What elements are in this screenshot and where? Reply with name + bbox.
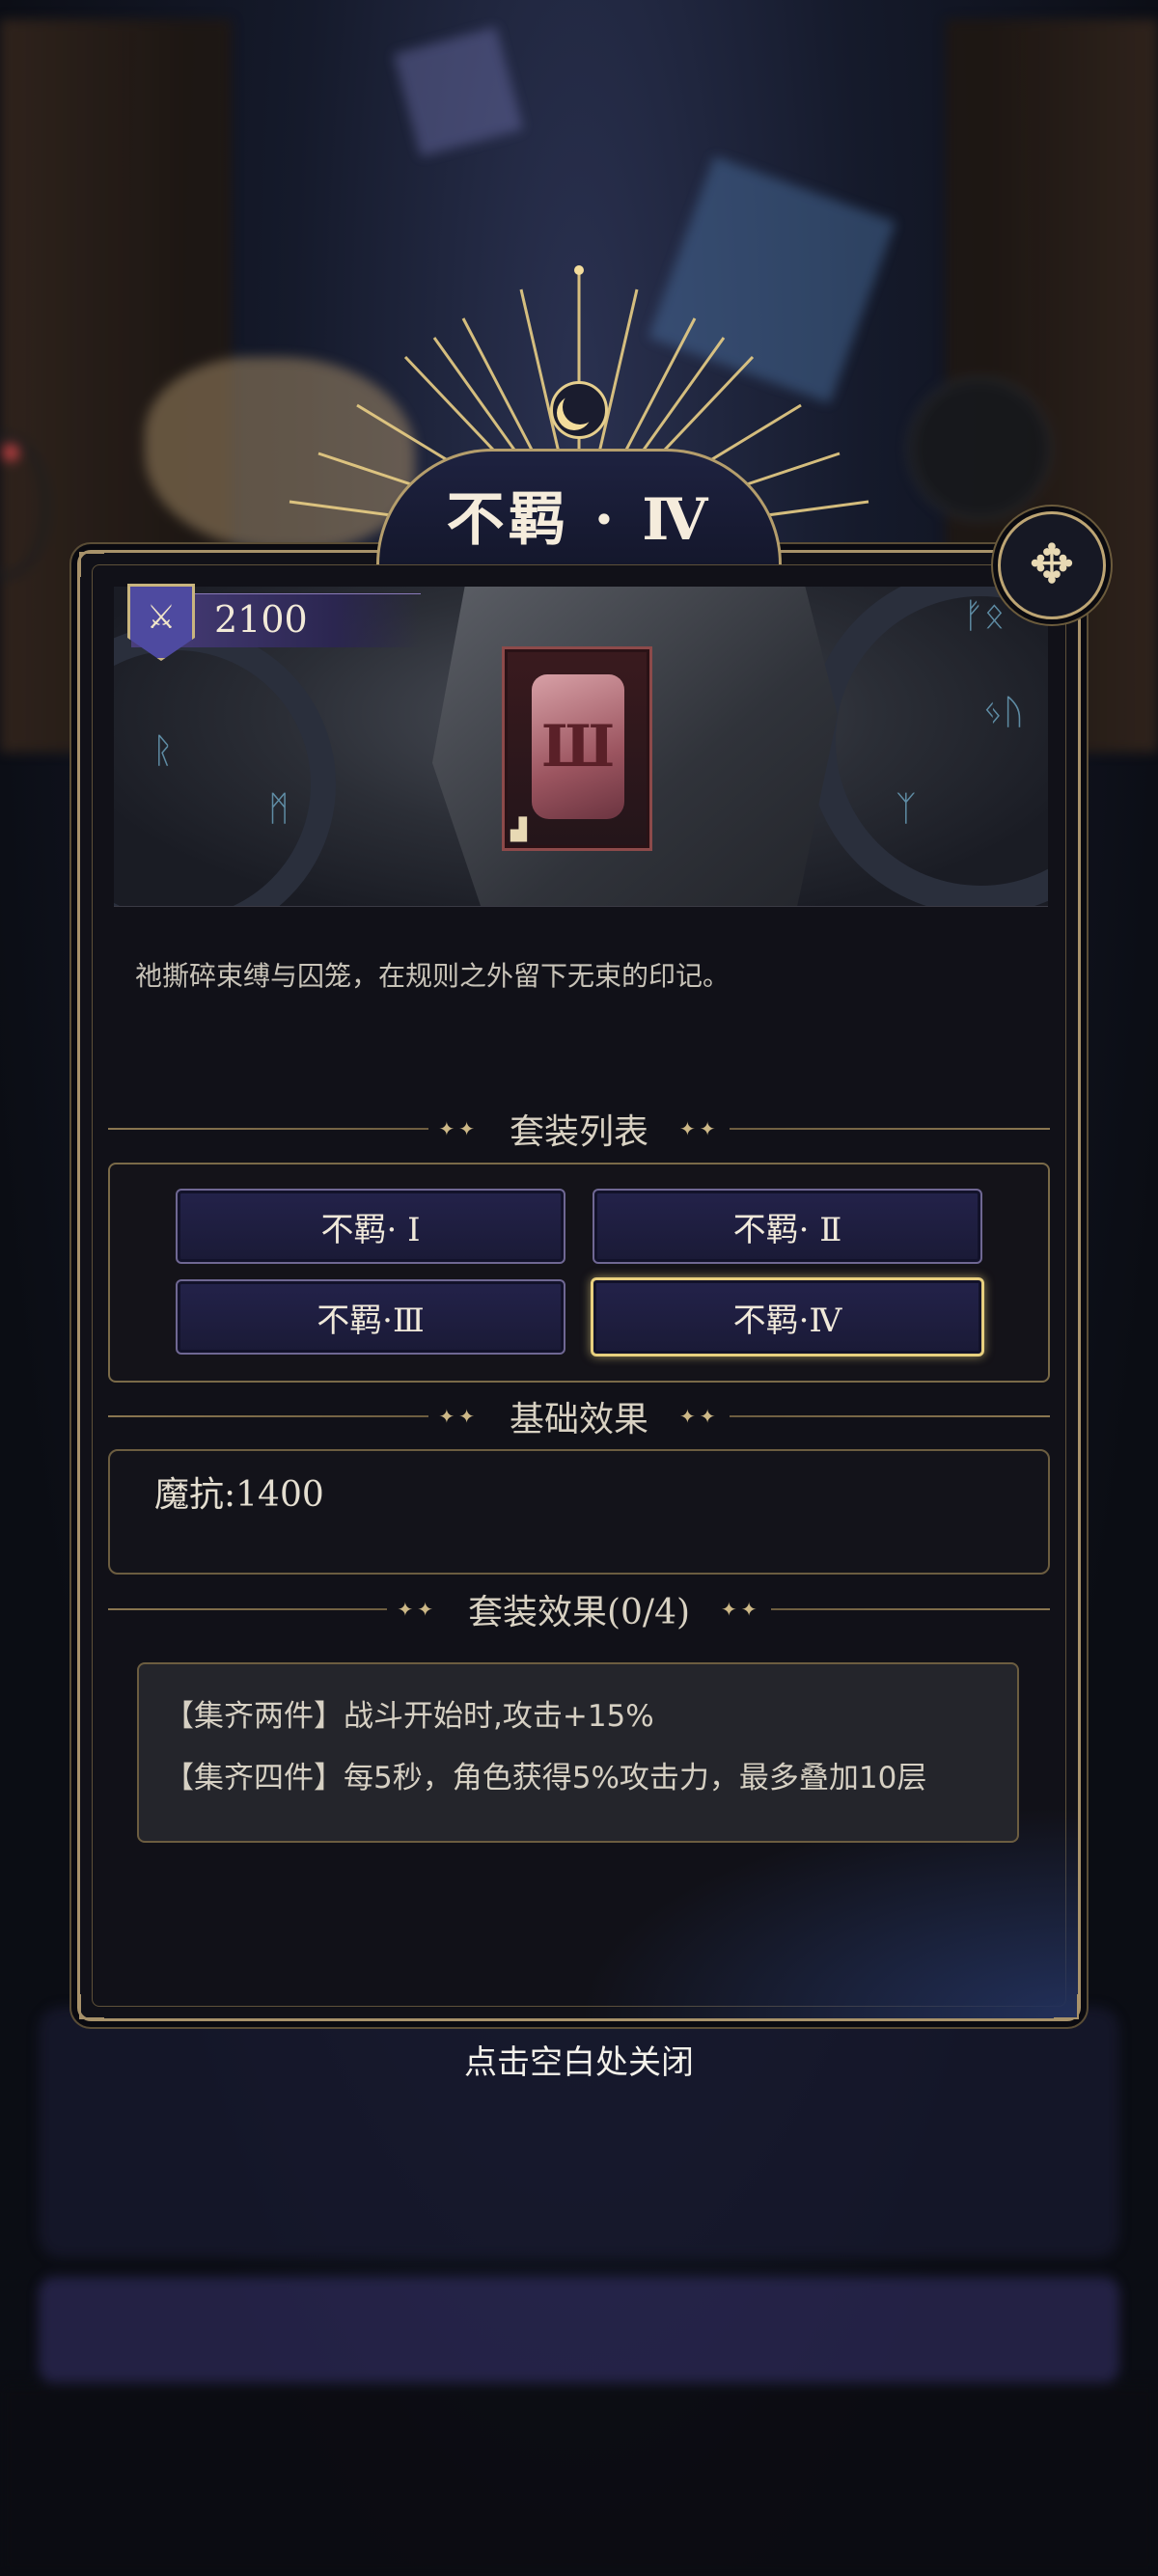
claw-rune-icon: Ш xyxy=(532,674,624,819)
divider xyxy=(729,1128,1051,1130)
crescent-moon-icon xyxy=(550,381,608,439)
set-button-label: 不羁· Ⅰ xyxy=(320,1210,421,1249)
section-title: 套装效果(0/4) xyxy=(467,1593,691,1632)
section-header-set-list: ✦✦ 套装列表 ✦✦ xyxy=(108,1105,1051,1153)
rune-glyph: ᛗ xyxy=(268,789,290,829)
screen[interactable]: ᚱ ᛗ ᚠᛟ ᛃᚢ ᛉ Ш ▟ ⚔ 2100 不羁 · Ⅳ ✥ 祂撕碎束缚与囚笼… xyxy=(0,0,1158,2576)
rune-circle xyxy=(114,625,336,906)
section-title: 套装列表 xyxy=(510,1112,649,1152)
item-card[interactable]: Ш ▟ xyxy=(502,646,652,851)
rarity-steps-icon: ▟ xyxy=(510,818,527,842)
base-effect-value: 魔抗:1400 xyxy=(154,1475,324,1515)
notification-dot xyxy=(2,444,19,461)
rune-circle xyxy=(807,587,1048,906)
corner-ornament xyxy=(79,552,104,577)
sparkle-icon: ✦✦ xyxy=(679,1405,720,1428)
base-effect-box: 魔抗:1400 xyxy=(108,1449,1050,1575)
rune-glyph: ᛉ xyxy=(896,789,917,829)
divider xyxy=(108,1415,429,1417)
close-button[interactable]: ✥ xyxy=(998,511,1106,619)
divider xyxy=(729,1415,1051,1417)
corner-ornament xyxy=(79,1994,104,2019)
rune-glyph: ᛃᚢ xyxy=(982,693,1025,732)
set-button-1[interactable]: 不羁· Ⅰ xyxy=(176,1189,565,1264)
background-button xyxy=(39,2277,1119,2383)
background-bottom-bar xyxy=(0,2383,1158,2576)
sparkle-icon: ✦✦ xyxy=(397,1598,437,1621)
background-cube xyxy=(393,26,524,157)
item-description: 祂撕碎束缚与囚笼，在规则之外留下无束的印记。 xyxy=(135,960,731,992)
sparkle-icon: ✦✦ xyxy=(721,1598,761,1621)
divider xyxy=(770,1608,1050,1610)
sparkle-icon: ✦✦ xyxy=(438,1117,479,1140)
section-header-base-effect: ✦✦ 基础效果 ✦✦ xyxy=(108,1392,1051,1440)
rune-glyph: ᚠᛟ xyxy=(963,596,1006,636)
section-header-set-effect: ✦✦ 套装效果(0/4) ✦✦ xyxy=(108,1585,1050,1633)
corner-ornament xyxy=(1054,1994,1079,2019)
combat-score: 2100 xyxy=(214,598,308,641)
expand-arrows-icon: ✥ xyxy=(1029,534,1075,596)
set-effect-box: 【集齐两件】战斗开始时,攻击+15% 【集齐四件】每5秒，角色获得5%攻击力，最… xyxy=(137,1662,1019,1843)
set-button-3[interactable]: 不羁·Ⅲ xyxy=(176,1279,565,1355)
section-title: 基础效果 xyxy=(510,1400,649,1439)
set-effect-4pc: 【集齐四件】每5秒，角色获得5%攻击力，最多叠加10层 xyxy=(164,1761,927,1795)
divider xyxy=(108,1128,429,1130)
close-hint[interactable]: 点击空白处关闭 xyxy=(0,2036,1158,2083)
set-button-2[interactable]: 不羁· Ⅱ xyxy=(593,1189,982,1264)
divider xyxy=(108,1608,388,1610)
set-button-label: 不羁·Ⅲ xyxy=(317,1301,425,1340)
set-button-label: 不羁· Ⅱ xyxy=(732,1210,842,1249)
background-badge xyxy=(907,376,1052,521)
rune-glyph: ᚱ xyxy=(152,731,174,771)
title-plate: 不羁 · Ⅳ xyxy=(376,449,782,564)
page-title: 不羁 · Ⅳ xyxy=(446,486,712,554)
sparkle-icon: ✦✦ xyxy=(679,1117,720,1140)
set-button-label: 不羁·Ⅳ xyxy=(732,1301,842,1340)
set-button-4-selected[interactable]: 不羁·Ⅳ xyxy=(591,1277,984,1357)
set-effect-2pc: 【集齐两件】战斗开始时,攻击+15% xyxy=(164,1699,654,1734)
sparkle-icon: ✦✦ xyxy=(438,1405,479,1428)
